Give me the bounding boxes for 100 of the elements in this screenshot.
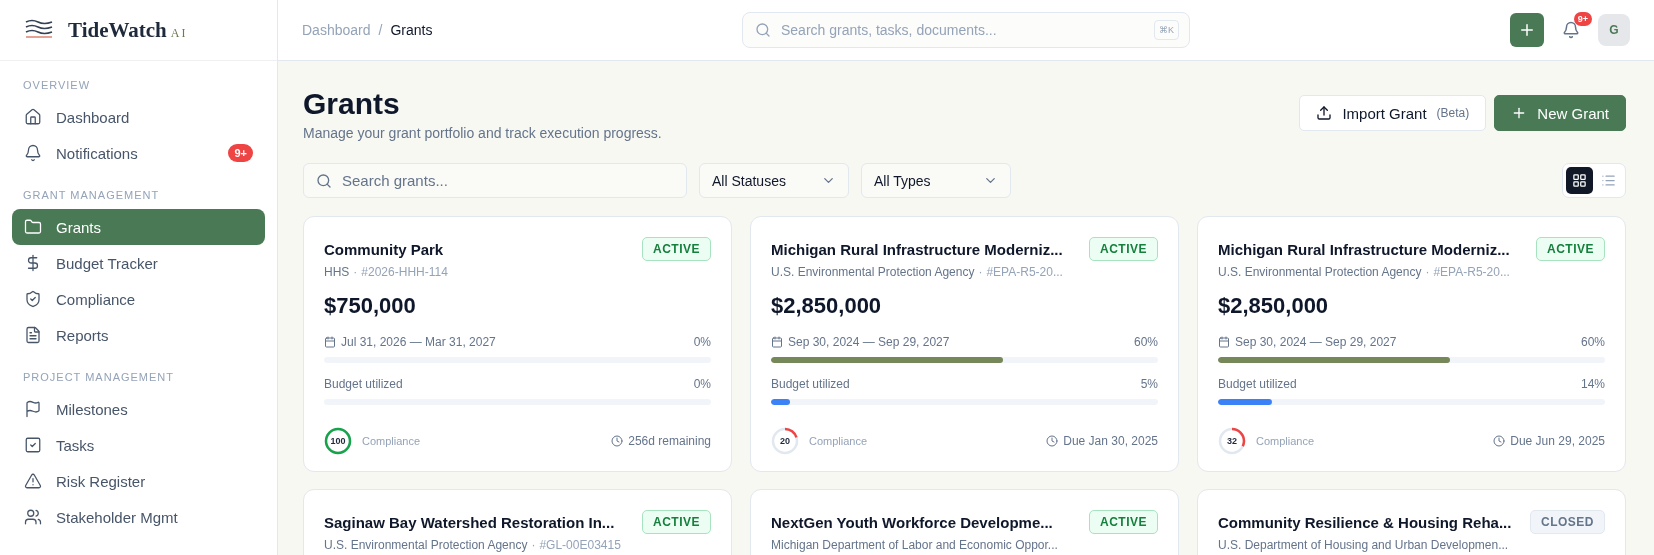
grant-agency: HHS — [324, 265, 350, 279]
budget-percent: 14% — [1580, 377, 1605, 391]
budget-label: Budget utilized — [1218, 377, 1297, 391]
status-badge: ACTIVE — [642, 510, 711, 534]
breadcrumb: Grants — [390, 22, 433, 38]
section-title: OVERVIEW — [22, 78, 92, 93]
page-subtitle: Manage your grant portfolio and track execution progress. — [303, 125, 662, 141]
compliance-label: Compliance — [1256, 435, 1315, 447]
nav-icon — [24, 508, 42, 526]
budget-label: Budget utilized — [771, 377, 850, 391]
nav-item[interactable]: Risk Register — [12, 463, 265, 499]
grant-dates: Jul 31, 2026 — Mar 31, 2027 — [341, 335, 496, 349]
notification-badge: 9+ — [1573, 12, 1592, 26]
status-dropdown[interactable]: All Statuses — [699, 163, 849, 198]
grant-card[interactable]: Saginaw Bay Watershed Restoration In... ACTIVE U.S. Environmental Protection Agency · #GL-00E03415 — [303, 489, 732, 555]
grant-card[interactable]: Community Park ACTIVE HHS · #2026-HHH-114 $750,000 Jul 31, 2026 — Mar 31, 2027 0% Budget utilized 0% 100 Compliance 256d remaining — [303, 216, 732, 472]
status-badge: ACTIVE — [642, 237, 711, 261]
grid-icon — [1572, 173, 1587, 188]
nav-item[interactable]: Milestones — [12, 391, 265, 427]
grant-amount: $2,850,000 — [1218, 293, 1330, 319]
plus-icon — [1518, 21, 1536, 39]
upload-icon — [1316, 105, 1333, 121]
grant-title: Community Park — [324, 240, 445, 258]
nav-item[interactable]: Stakeholder Mgmt — [12, 499, 265, 535]
grant-agency: U.S. Environmental Protection Agency — [771, 265, 975, 279]
status-badge: ACTIVE — [1089, 510, 1158, 534]
timeline-percent: 0% — [693, 335, 711, 349]
user-avatar[interactable]: G — [1598, 14, 1630, 46]
nav-item[interactable]: Grants — [12, 209, 265, 245]
grant-card[interactable]: Community Resilience & Housing Reha... CLOSED U.S. Department of Housing and Urban Developmen... — [1197, 489, 1626, 555]
separator-dot: · — [1425, 265, 1430, 279]
add-button[interactable] — [1510, 13, 1544, 47]
grant-card[interactable]: NextGen Youth Workforce Developme... ACTIVE Michigan Department of Labor and Economic Oppor... — [750, 489, 1179, 555]
nav-label: Stakeholder Mgmt — [56, 508, 179, 526]
type-dropdown[interactable]: All Types — [861, 163, 1011, 198]
nav-icon — [24, 290, 42, 308]
notification-bell-icon[interactable] — [1562, 21, 1580, 39]
compliance-ring — [1218, 427, 1246, 455]
nav-label: Notifications — [56, 144, 139, 162]
compliance-score: 100 — [330, 436, 346, 446]
compliance-ring — [324, 427, 352, 455]
status-badge: ACTIVE — [1089, 237, 1158, 261]
grant-number: #2026-HHH-114 — [361, 265, 448, 279]
nav-icon — [24, 108, 42, 126]
section-title: PROJECT MANAGEMENT — [22, 370, 176, 385]
grant-number: #EPA-R5-20... — [1433, 265, 1510, 279]
status-badge: CLOSED — [1530, 510, 1605, 534]
nav-icon — [24, 472, 42, 490]
grant-dates: Sep 30, 2024 — Sep 29, 2027 — [788, 335, 950, 349]
nav-item[interactable]: Compliance — [12, 281, 265, 317]
waves-logo-icon — [24, 19, 54, 41]
nav-item[interactable]: Budget Tracker — [12, 245, 265, 281]
new-grant-button[interactable]: New Grant — [1494, 95, 1626, 131]
search-icon — [755, 22, 771, 38]
nav-item[interactable]: Tasks — [12, 427, 265, 463]
grant-deadline: Due Jan 30, 2025 — [1063, 434, 1158, 448]
grid-view-button[interactable] — [1566, 167, 1593, 194]
budget-label: Budget utilized — [324, 377, 403, 391]
grant-title: Community Resilience & Housing Reha... — [1218, 513, 1513, 531]
grant-title: Saginaw Bay Watershed Restoration In... — [324, 513, 616, 531]
grant-amount: $750,000 — [324, 293, 417, 319]
grant-number: #EPA-R5-20... — [986, 265, 1063, 279]
calendar-icon — [1218, 336, 1230, 348]
nav-item[interactable]: Notifications 9+ — [12, 135, 265, 171]
grant-title: Michigan Rural Infrastructure Moderniz... — [771, 240, 1064, 258]
grant-title: Michigan Rural Infrastructure Moderniz... — [1218, 240, 1511, 258]
nav-icon — [24, 400, 42, 418]
clock-icon — [611, 435, 624, 447]
grant-amount: $2,850,000 — [771, 293, 883, 319]
grant-agency: U.S. Environmental Protection Agency — [324, 538, 528, 552]
nav-label: Risk Register — [56, 472, 147, 490]
clock-icon — [1046, 435, 1059, 447]
nav-item[interactable]: Dashboard — [12, 99, 265, 135]
separator-dot: · — [353, 265, 358, 279]
status-badge: ACTIVE — [1536, 237, 1605, 261]
timeline-percent: 60% — [1133, 335, 1158, 349]
nav-label: Compliance — [56, 290, 137, 308]
nav-item[interactable]: Reports — [12, 317, 265, 353]
shortcut-hint: ⌘K — [1154, 20, 1179, 40]
import-grant-button[interactable]: Import Grant (Beta) — [1299, 95, 1487, 131]
budget-percent: 5% — [1140, 377, 1158, 391]
grant-card[interactable]: Michigan Rural Infrastructure Moderniz... ACTIVE U.S. Environmental Protection Agency · #EPA-R5-20... $2,850,000 Sep 30, 2024 — Sep 29, 2027 60% Budget utilized 5% 20 Compliance Due Jan 30, 2025 — [750, 216, 1179, 472]
compliance-ring — [771, 427, 799, 455]
page-title: Grants — [303, 87, 401, 121]
nav-label: Budget Tracker — [56, 254, 159, 272]
grant-card[interactable]: Michigan Rural Infrastructure Moderniz... ACTIVE U.S. Environmental Protection Agency · #EPA-R5-20... $2,850,000 Sep 30, 2024 — Sep 29, 2027 60% Budget utilized 14% 32 Compliance Due Jun 29, 2025 — [1197, 216, 1626, 472]
nav-icon — [24, 326, 42, 344]
grant-search-field[interactable]: Search grants... — [303, 163, 687, 198]
list-icon — [1601, 173, 1616, 188]
grant-dates: Sep 30, 2024 — Sep 29, 2027 — [1235, 335, 1397, 349]
separator-dot: · — [531, 538, 536, 552]
grant-deadline: Due Jun 29, 2025 — [1510, 434, 1605, 448]
compliance-score: 20 — [780, 436, 790, 446]
calendar-icon — [771, 336, 783, 348]
section-title: GRANT MANAGEMENT — [22, 188, 161, 203]
nav-icon — [24, 436, 42, 454]
breadcrumb-separator: / — [378, 22, 383, 38]
search-icon — [316, 172, 332, 189]
timeline-percent: 60% — [1580, 335, 1605, 349]
brand-suffix: AI — [170, 25, 188, 41]
